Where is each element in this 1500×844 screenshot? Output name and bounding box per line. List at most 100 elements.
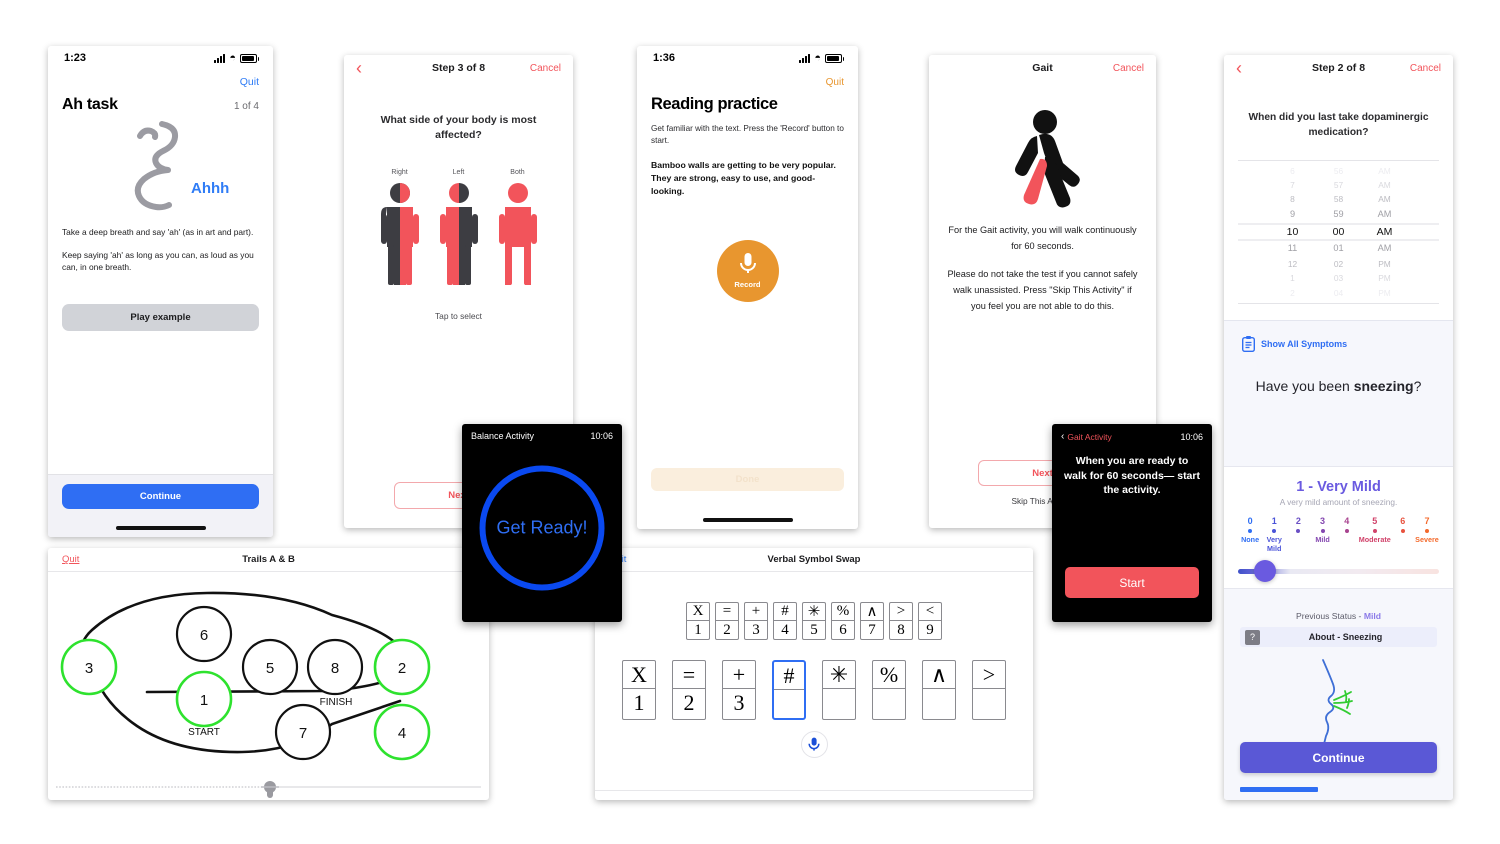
answer-key[interactable]: = 2 xyxy=(672,660,706,720)
back-icon[interactable]: ‹ xyxy=(1061,431,1064,442)
picker-item[interactable]: 9 xyxy=(1270,207,1316,223)
picker-item[interactable]: AM xyxy=(1362,192,1408,206)
watch-message: When you are ready to walk for 60 second… xyxy=(1064,455,1200,497)
back-icon[interactable]: ‹ xyxy=(356,59,362,77)
scale-tick[interactable]: 2 xyxy=(1286,516,1310,553)
answer-key[interactable]: + 3 xyxy=(722,660,756,720)
picker-item[interactable]: 11 xyxy=(1270,241,1316,257)
watch-back-button[interactable]: ‹ Gait Activity xyxy=(1061,431,1112,442)
picker-item[interactable]: 03 xyxy=(1316,271,1362,285)
option-both[interactable]: Both xyxy=(495,169,541,293)
answer-digit[interactable]: 3 xyxy=(723,689,755,717)
record-label: Record xyxy=(734,280,761,290)
record-button[interactable]: Record xyxy=(716,239,779,302)
answer-symbol: % xyxy=(873,661,905,689)
picker-item[interactable]: AM xyxy=(1362,178,1408,192)
picker-item[interactable]: AM xyxy=(1362,164,1408,178)
picker-item[interactable]: PM xyxy=(1362,257,1408,271)
scale-tick[interactable]: 3 Mild xyxy=(1310,516,1334,553)
start-button[interactable]: Start xyxy=(1065,567,1199,598)
option-right[interactable]: Right xyxy=(377,169,423,293)
legend-digit: 4 xyxy=(781,621,789,638)
trails-canvas[interactable]: 6 3 5 8 2 1 7 4 START FINISH xyxy=(48,572,489,776)
answer-key[interactable]: % xyxy=(872,660,906,720)
picker-item[interactable]: PM xyxy=(1362,286,1408,300)
answer-key-active[interactable]: # xyxy=(772,660,806,720)
scale-tick[interactable]: 1 Very Mild xyxy=(1262,516,1286,553)
picker-item[interactable]: 01 xyxy=(1316,241,1362,257)
picker-column-minutes[interactable]: 56 57 58 59 00 01 02 03 04 xyxy=(1316,164,1362,300)
picker-column-meridiem[interactable]: AM AM AM AM AM AM PM PM PM xyxy=(1362,164,1408,300)
severity-slider[interactable] xyxy=(1238,560,1439,583)
answer-digit[interactable] xyxy=(823,689,855,717)
answer-digit[interactable] xyxy=(923,689,955,717)
slider-knob[interactable] xyxy=(1254,560,1276,583)
cancel-button[interactable]: Cancel xyxy=(1113,63,1144,74)
picker-row: 6 7 8 9 10 11 12 1 2 56 57 58 59 00 01 0… xyxy=(1238,164,1439,300)
gait-paragraph-1: For the Gait activity, you will walk con… xyxy=(948,225,1137,252)
answer-key[interactable]: > xyxy=(972,660,1006,720)
intro-text: Get familiar with the text. Press the 'R… xyxy=(651,124,844,145)
battery-icon xyxy=(825,53,844,63)
picker-item[interactable]: 12 xyxy=(1270,257,1316,271)
back-icon[interactable]: ‹ xyxy=(1236,59,1242,77)
picker-item-selected[interactable]: AM xyxy=(1362,223,1408,241)
option-left[interactable]: Left xyxy=(436,169,482,293)
watch-time: 10:06 xyxy=(1180,431,1203,442)
picker-item[interactable]: 59 xyxy=(1316,207,1362,223)
show-all-symptoms-button[interactable]: Show All Symptoms xyxy=(1224,321,1453,352)
tick-number: 1 xyxy=(1271,516,1277,526)
scale-tick[interactable]: 4 xyxy=(1335,516,1359,553)
answer-key[interactable]: ∧ xyxy=(922,660,956,720)
sneeze-sketch-icon xyxy=(1321,659,1353,745)
trail-slider[interactable] xyxy=(48,776,489,799)
scale-tick[interactable]: 0 None xyxy=(1238,516,1262,553)
legend-digit: 8 xyxy=(897,621,905,638)
picker-item[interactable]: 56 xyxy=(1316,164,1362,178)
cancel-button[interactable]: Cancel xyxy=(530,63,561,74)
scale-tick[interactable]: 5 Moderate xyxy=(1359,516,1391,553)
quit-button[interactable]: Quit xyxy=(240,76,259,88)
picker-item[interactable]: AM xyxy=(1362,207,1408,223)
scale-tick[interactable]: 6 xyxy=(1391,516,1415,553)
about-sneezing-row[interactable]: ? About - Sneezing xyxy=(1240,627,1437,647)
picker-item[interactable]: 7 xyxy=(1270,178,1316,192)
done-button[interactable]: Done xyxy=(651,468,844,491)
answer-digit[interactable]: 2 xyxy=(673,689,705,717)
answer-digit[interactable] xyxy=(973,689,1005,717)
picker-column-hours[interactable]: 6 7 8 9 10 11 12 1 2 xyxy=(1270,164,1316,300)
picker-item-selected[interactable]: 00 xyxy=(1316,223,1362,241)
picker-item[interactable]: 6 xyxy=(1270,164,1316,178)
legend-symbol: # xyxy=(774,603,796,621)
picker-item[interactable]: 8 xyxy=(1270,192,1316,206)
answer-digit[interactable] xyxy=(873,689,905,717)
play-example-button[interactable]: Play example xyxy=(62,303,259,331)
picker-item[interactable]: 58 xyxy=(1316,192,1362,206)
continue-button[interactable]: Continue xyxy=(62,484,259,509)
answer-row: X 1 = 2 + 3 # ✳ % ∧ > xyxy=(595,660,1033,720)
picker-item[interactable]: 1 xyxy=(1270,271,1316,285)
scale-tick[interactable]: 7 Severe xyxy=(1415,516,1439,553)
legend-key: > 8 xyxy=(889,602,913,640)
picker-item[interactable]: PM xyxy=(1362,271,1408,285)
answer-key[interactable]: ✳ xyxy=(822,660,856,720)
record-button-wrap: Record xyxy=(637,239,858,302)
quit-button[interactable]: Quit xyxy=(826,77,844,88)
option-label: Right xyxy=(391,169,408,177)
page-title: Trails A & B xyxy=(242,554,295,565)
picker-item[interactable]: 02 xyxy=(1316,257,1362,271)
time-picker[interactable]: 6 7 8 9 10 11 12 1 2 56 57 58 59 00 01 0… xyxy=(1238,159,1439,304)
answer-digit[interactable] xyxy=(774,690,804,718)
cancel-button[interactable]: Cancel xyxy=(1410,63,1441,74)
picker-item-selected[interactable]: 10 xyxy=(1270,223,1316,241)
picker-item[interactable]: 2 xyxy=(1270,286,1316,300)
continue-button[interactable]: Continue xyxy=(1240,742,1437,773)
tick-number: 6 xyxy=(1400,516,1406,526)
microphone-button[interactable] xyxy=(800,731,828,758)
picker-item[interactable]: 04 xyxy=(1316,286,1362,300)
answer-digit[interactable]: 1 xyxy=(623,689,655,717)
severity-value: 1 - Very Mild xyxy=(1296,479,1381,495)
picker-item[interactable]: 57 xyxy=(1316,178,1362,192)
answer-key[interactable]: X 1 xyxy=(622,660,656,720)
picker-item[interactable]: AM xyxy=(1362,241,1408,257)
